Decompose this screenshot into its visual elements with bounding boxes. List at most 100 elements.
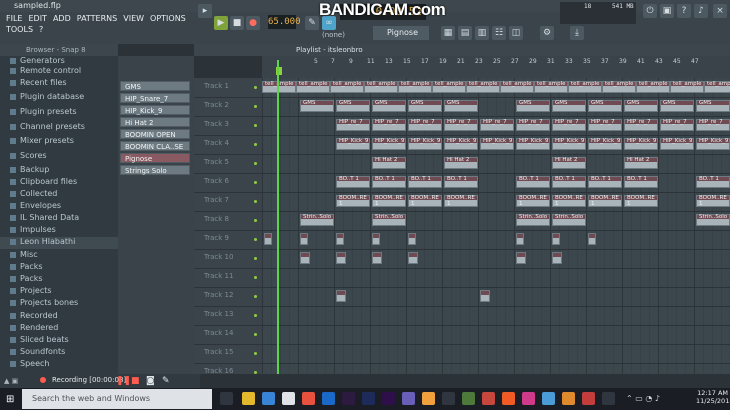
channel-item[interactable]: Strings Solo <box>120 165 190 175</box>
pencil-icon[interactable]: ✎ <box>162 376 170 386</box>
pattern-clip[interactable] <box>372 233 380 245</box>
track-header[interactable]: Track 7 <box>194 192 262 212</box>
browser-icon[interactable]: ◫ <box>509 26 523 40</box>
pattern-clip[interactable]: HIP_re_7 <box>588 119 622 131</box>
task-view-icon[interactable] <box>220 392 233 405</box>
browser-item[interactable]: Misc <box>10 250 38 262</box>
app-icon[interactable] <box>602 392 615 405</box>
stop-button[interactable]: ■ <box>230 16 244 30</box>
word-icon[interactable] <box>322 392 335 405</box>
channel-item[interactable]: Hi Hat 2 <box>120 117 190 127</box>
pattern-clip[interactable]: GMS <box>624 100 658 112</box>
track-header[interactable]: Track 16 <box>194 363 262 383</box>
track-header[interactable]: Track 9 <box>194 230 262 250</box>
track-header[interactable]: Track 5 <box>194 154 262 174</box>
pattern-clip[interactable]: tell_ample <box>364 81 398 93</box>
pattern-clip[interactable]: GMS <box>444 100 478 112</box>
mic-icon[interactable]: ♪ <box>694 4 708 18</box>
pattern-clip[interactable]: HIP_Kick_9 <box>588 138 622 150</box>
play-button[interactable]: ▶ <box>214 16 228 30</box>
channel-rack-icon[interactable]: ▥ <box>475 26 489 40</box>
app-icon[interactable] <box>502 392 515 405</box>
browser-item[interactable]: Backup <box>10 165 49 177</box>
pattern-clip[interactable] <box>552 233 560 245</box>
pattern-clip[interactable]: tell_ample <box>262 81 296 93</box>
pattern-clip[interactable]: BO..T 1 <box>336 176 370 188</box>
pattern-clip[interactable]: tell_ample <box>636 81 670 93</box>
pause-icon[interactable]: ❚❚ <box>116 376 131 386</box>
pattern-clip[interactable]: tell_ample <box>466 81 500 93</box>
timeline-ruler[interactable]: 5 7 9 11 13 15 17 19 21 23 25 27 29 31 3… <box>262 56 730 78</box>
browser-item[interactable]: Remote control <box>10 66 81 78</box>
pattern-clip[interactable]: HIP_re_7 <box>336 119 370 131</box>
pattern-clip[interactable]: BO..T 1 <box>552 176 586 188</box>
bandicam-icon[interactable] <box>582 392 595 405</box>
windows-start-icon[interactable]: ⊞ <box>6 394 14 405</box>
channel-item[interactable]: HIP_Kick_9 <box>120 105 190 115</box>
clock[interactable]: 12:17 AM 11/25/2018 <box>696 389 730 405</box>
pattern-clip[interactable]: BOOM..RE 1 <box>552 195 586 207</box>
browser-item[interactable]: Packs <box>10 262 43 274</box>
channel-item[interactable]: GMS <box>120 81 190 91</box>
pattern-clip[interactable]: HIP_re_7 <box>660 119 694 131</box>
pattern-clip[interactable] <box>300 233 308 245</box>
app-icon[interactable] <box>542 392 555 405</box>
pattern-clip[interactable] <box>516 252 526 264</box>
pattern-clip[interactable]: GMS <box>696 100 730 112</box>
pattern-clip[interactable]: BO..T 1 <box>696 176 730 188</box>
pattern-clip[interactable]: HIP_re_7 <box>552 119 586 131</box>
track-header[interactable]: Track 14 <box>194 325 262 345</box>
mixer-icon[interactable]: ☷ <box>492 26 506 40</box>
edge-icon[interactable] <box>262 392 275 405</box>
photoshop-icon[interactable] <box>362 392 375 405</box>
browser-item-selected[interactable]: Leon Hlabathi <box>0 237 118 249</box>
bandicam-controls-icon[interactable]: ▲ ▣ <box>4 377 18 385</box>
browser-item[interactable]: Channel presets <box>10 122 85 134</box>
plugin-icon[interactable]: ⚙ <box>540 26 554 40</box>
playlist-grid[interactable]: tell_ample tell_ample tell_ample tell_ample… <box>262 78 730 374</box>
pattern-clip[interactable]: BO..T 1 <box>372 176 406 188</box>
pattern-clip[interactable]: tell_ample <box>500 81 534 93</box>
menu-tools[interactable]: TOOLS <box>6 25 33 34</box>
pattern-clip[interactable]: HIP_Kick_9 <box>408 138 442 150</box>
tray-icons[interactable]: ⌃ ▭ ◔ ♪ <box>626 394 660 403</box>
pattern-clip[interactable]: Hi Hat 2 <box>624 157 658 169</box>
pattern-clip[interactable]: Strin..Solo <box>696 214 730 226</box>
track-header[interactable]: Track 8 <box>194 211 262 231</box>
pattern-clip[interactable]: Strin..Solo <box>516 214 550 226</box>
pattern-clip[interactable]: BOOM..RE 1 <box>516 195 550 207</box>
app-icon[interactable] <box>522 392 535 405</box>
pattern-clip[interactable]: GMS <box>552 100 586 112</box>
premiere-icon[interactable] <box>382 392 395 405</box>
channel-item[interactable]: BOOMIN CLA..SE SNARE 1 <box>120 141 190 161</box>
store-icon[interactable] <box>282 392 295 405</box>
pattern-clip[interactable]: tell_ample <box>568 81 602 93</box>
browser-item[interactable]: Sliced beats <box>10 335 69 347</box>
browser-item[interactable]: Envelopes <box>10 201 61 213</box>
browser-item[interactable]: Plugin presets <box>10 107 77 119</box>
browser-item[interactable]: Recorded <box>10 311 58 323</box>
pattern-clip[interactable]: HIP_Kick_9 <box>696 138 730 150</box>
menu-view[interactable]: VIEW <box>123 14 144 23</box>
channel-item[interactable]: BOOMIN OPEN HAT 1 <box>120 129 190 149</box>
pattern-clip[interactable]: tell_ample <box>534 81 568 93</box>
track-header[interactable]: Track 3 <box>194 116 262 136</box>
browser-item[interactable]: Collected <box>10 189 57 201</box>
browser-item[interactable]: Rendered <box>10 323 58 335</box>
pattern-clip[interactable] <box>336 252 346 264</box>
browser-item[interactable]: IL Shared Data <box>10 213 79 225</box>
pattern-clip[interactable] <box>516 233 524 245</box>
pattern-clip[interactable]: HIP_Kick_9 <box>660 138 694 150</box>
pattern-clip[interactable]: Hi Hat 2 <box>444 157 478 169</box>
pattern-clip[interactable]: tell_ample <box>704 81 730 93</box>
pattern-clip[interactable] <box>480 290 490 302</box>
browser-item[interactable]: Impulses <box>10 225 56 237</box>
pattern-clip[interactable]: Strin..Solo <box>552 214 586 226</box>
pattern-clip[interactable]: GMS <box>372 100 406 112</box>
pattern-clip[interactable]: HIP_Kick_9 <box>336 138 370 150</box>
chrome-icon[interactable] <box>302 392 315 405</box>
pattern-clip[interactable]: BOOM..RE 1 <box>408 195 442 207</box>
pattern-clip[interactable]: HIP_re_7 <box>480 119 514 131</box>
pattern-clip[interactable]: HIP_Kick_9 <box>552 138 586 150</box>
browser-item[interactable]: Projects <box>10 286 52 298</box>
